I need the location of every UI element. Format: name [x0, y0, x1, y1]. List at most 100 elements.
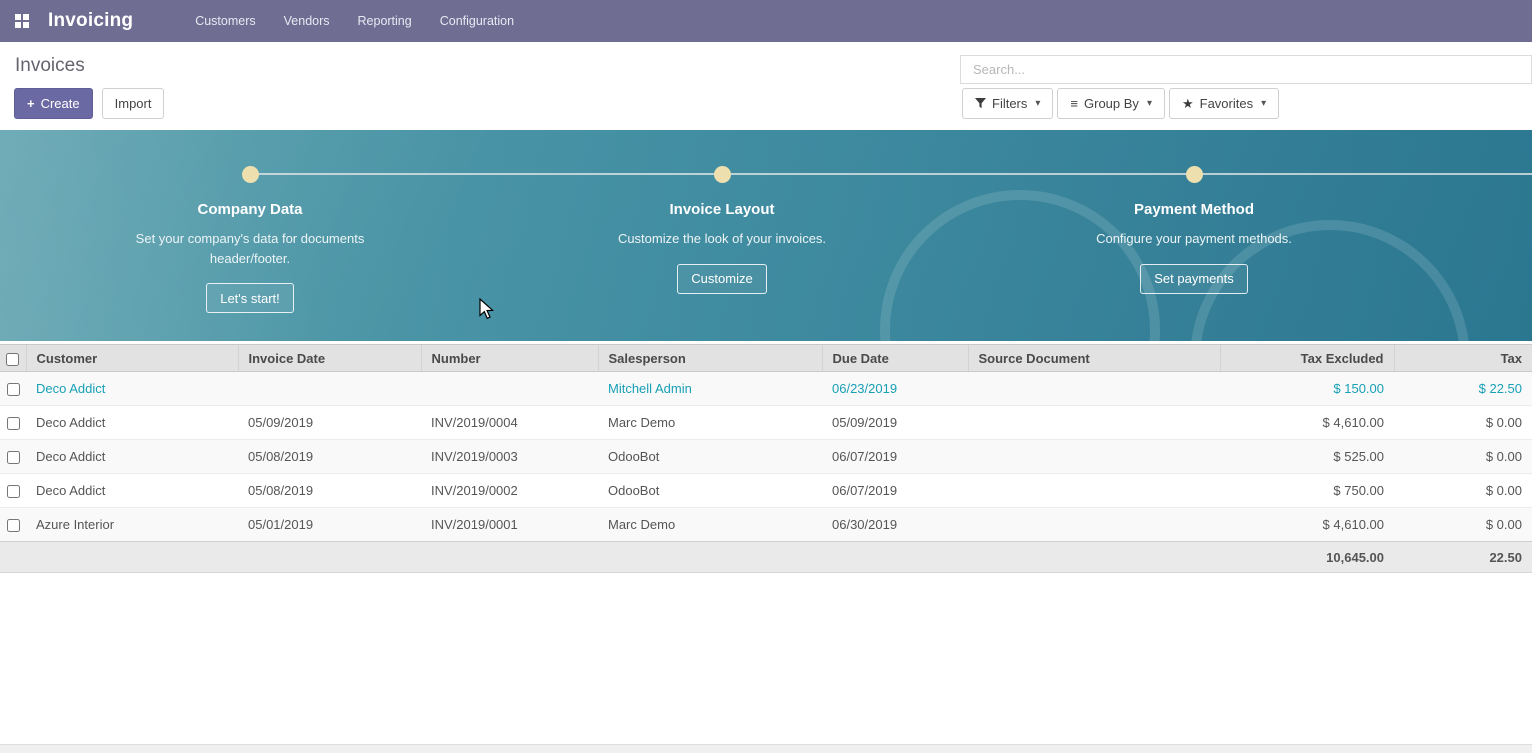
cell-tax-excluded[interactable]: $ 525.00	[1220, 440, 1394, 474]
onboarding-step-invoice-layout: Invoice Layout Customize the look of you…	[486, 130, 958, 313]
column-header-number[interactable]: Number	[421, 345, 598, 372]
customize-button[interactable]: Customize	[677, 264, 766, 294]
cell-number[interactable]: INV/2019/0004	[421, 406, 598, 440]
cell-source-document[interactable]	[968, 406, 1220, 440]
select-all-checkbox[interactable]	[6, 353, 19, 366]
cell-source-document[interactable]	[968, 372, 1220, 406]
column-header-salesperson[interactable]: Salesperson	[598, 345, 822, 372]
cell-tax-excluded[interactable]: $ 150.00	[1220, 372, 1394, 406]
cell-number[interactable]: INV/2019/0002	[421, 474, 598, 508]
row-checkbox-cell	[0, 440, 26, 474]
bottom-scrollbar-track[interactable]	[0, 744, 1532, 753]
cell-customer[interactable]: Deco Addict	[26, 406, 238, 440]
filters-button[interactable]: Filters ▾	[962, 88, 1053, 119]
nav-item-vendors[interactable]: Vendors	[270, 0, 344, 42]
totals-empty-cell	[421, 542, 598, 573]
totals-empty-cell	[598, 542, 822, 573]
row-checkbox[interactable]	[7, 519, 20, 532]
nav-item-reporting[interactable]: Reporting	[344, 0, 426, 42]
cell-number[interactable]: INV/2019/0001	[421, 508, 598, 542]
table-row[interactable]: Deco Addict 05/08/2019 INV/2019/0002 Odo…	[0, 474, 1532, 508]
cell-invoice-date[interactable]	[238, 372, 421, 406]
row-checkbox[interactable]	[7, 417, 20, 430]
record-action-buttons: + Create Import	[14, 88, 164, 119]
app-name[interactable]: Invoicing	[48, 10, 133, 32]
control-panel: Invoices + Create Import Filters	[0, 42, 1532, 130]
nav-item-configuration[interactable]: Configuration	[426, 0, 528, 42]
column-header-tax[interactable]: Tax	[1394, 345, 1532, 372]
cell-customer[interactable]: Azure Interior	[26, 508, 238, 542]
cell-customer[interactable]: Deco Addict	[26, 440, 238, 474]
favorites-button[interactable]: ★ Favorites ▾	[1169, 88, 1279, 119]
caret-down-icon: ▾	[1147, 98, 1152, 109]
cell-salesperson[interactable]: Marc Demo	[598, 508, 822, 542]
cell-number[interactable]	[421, 372, 598, 406]
onboarding-banner: Company Data Set your company's data for…	[0, 130, 1532, 341]
cell-customer[interactable]: Deco Addict	[26, 474, 238, 508]
cell-tax-excluded[interactable]: $ 4,610.00	[1220, 508, 1394, 542]
cell-due-date[interactable]: 05/09/2019	[822, 406, 968, 440]
lets-start-button[interactable]: Let's start!	[206, 283, 294, 313]
row-checkbox-cell	[0, 508, 26, 542]
invoices-table: Customer Invoice Date Number Salesperson…	[0, 344, 1532, 573]
cell-number[interactable]: INV/2019/0003	[421, 440, 598, 474]
group-by-icon: ≡	[1070, 96, 1078, 111]
apps-grid-icon[interactable]	[14, 13, 30, 29]
row-checkbox[interactable]	[7, 451, 20, 464]
cell-tax[interactable]: $ 0.00	[1394, 440, 1532, 474]
cell-tax[interactable]: $ 0.00	[1394, 406, 1532, 440]
top-navbar: Invoicing Customers Vendors Reporting Co…	[0, 0, 1532, 42]
cell-due-date[interactable]: 06/23/2019	[822, 372, 968, 406]
table-row[interactable]: Azure Interior 05/01/2019 INV/2019/0001 …	[0, 508, 1532, 542]
cell-invoice-date[interactable]: 05/01/2019	[238, 508, 421, 542]
cell-invoice-date[interactable]: 05/08/2019	[238, 474, 421, 508]
cell-source-document[interactable]	[968, 474, 1220, 508]
column-header-invoice-date[interactable]: Invoice Date	[238, 345, 421, 372]
invoicing-app-window: Invoicing Customers Vendors Reporting Co…	[0, 0, 1532, 753]
cell-salesperson[interactable]: Mitchell Admin	[598, 372, 822, 406]
column-header-customer[interactable]: Customer	[26, 345, 238, 372]
create-button[interactable]: + Create	[14, 88, 93, 119]
row-checkbox[interactable]	[7, 485, 20, 498]
cell-due-date[interactable]: 06/07/2019	[822, 440, 968, 474]
row-checkbox[interactable]	[7, 383, 20, 396]
onboarding-steps: Company Data Set your company's data for…	[14, 130, 1430, 313]
cell-tax-excluded[interactable]: $ 4,610.00	[1220, 406, 1394, 440]
row-checkbox-cell	[0, 474, 26, 508]
cell-tax-excluded[interactable]: $ 750.00	[1220, 474, 1394, 508]
cell-salesperson[interactable]: OdooBot	[598, 440, 822, 474]
totals-empty-cell	[0, 542, 26, 573]
table-row[interactable]: Deco Addict 05/09/2019 INV/2019/0004 Mar…	[0, 406, 1532, 440]
cell-invoice-date[interactable]: 05/08/2019	[238, 440, 421, 474]
set-payments-button[interactable]: Set payments	[1140, 264, 1248, 294]
table-row[interactable]: Deco Addict 05/08/2019 INV/2019/0003 Odo…	[0, 440, 1532, 474]
cell-salesperson[interactable]: OdooBot	[598, 474, 822, 508]
step-title: Company Data	[14, 201, 486, 218]
group-by-button[interactable]: ≡ Group By ▾	[1057, 88, 1165, 119]
column-header-due-date[interactable]: Due Date	[822, 345, 968, 372]
cell-tax[interactable]: $ 0.00	[1394, 474, 1532, 508]
caret-down-icon: ▾	[1035, 98, 1040, 109]
column-header-source-document[interactable]: Source Document	[968, 345, 1220, 372]
step-dot	[714, 166, 731, 183]
step-title: Payment Method	[958, 201, 1430, 218]
search-box	[960, 55, 1532, 84]
cell-due-date[interactable]: 06/07/2019	[822, 474, 968, 508]
column-header-tax-excluded[interactable]: Tax Excluded	[1220, 345, 1394, 372]
search-input[interactable]	[971, 61, 1521, 78]
table-row[interactable]: Deco Addict Mitchell Admin 06/23/2019 $ …	[0, 372, 1532, 406]
cell-customer[interactable]: Deco Addict	[26, 372, 238, 406]
import-button[interactable]: Import	[102, 88, 165, 119]
nav-item-customers[interactable]: Customers	[181, 0, 269, 42]
totals-empty-cell	[968, 542, 1220, 573]
onboarding-step-payment-method: Payment Method Configure your payment me…	[958, 130, 1430, 313]
cell-due-date[interactable]: 06/30/2019	[822, 508, 968, 542]
cell-tax[interactable]: $ 0.00	[1394, 508, 1532, 542]
cell-source-document[interactable]	[968, 440, 1220, 474]
totals-empty-cell	[26, 542, 238, 573]
cell-source-document[interactable]	[968, 508, 1220, 542]
search-option-buttons: Filters ▾ ≡ Group By ▾ ★ Favorites ▾	[962, 88, 1279, 119]
cell-tax[interactable]: $ 22.50	[1394, 372, 1532, 406]
cell-invoice-date[interactable]: 05/09/2019	[238, 406, 421, 440]
cell-salesperson[interactable]: Marc Demo	[598, 406, 822, 440]
